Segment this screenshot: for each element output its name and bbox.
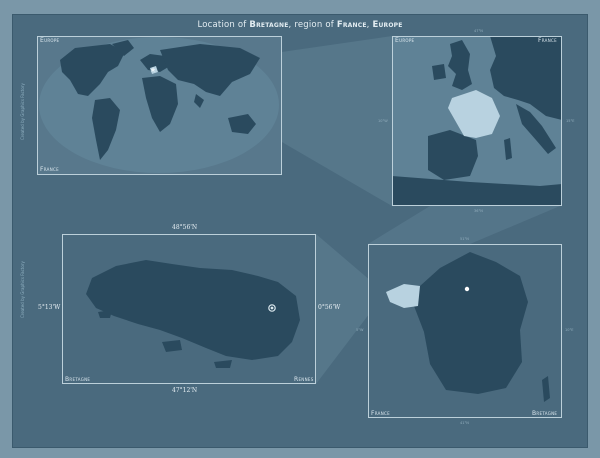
region-label-rennes: Rennes [294, 376, 314, 383]
credit-top: Created by Graphics Factory [20, 83, 25, 140]
europe-panel [392, 36, 562, 206]
france-label-bretagne: Bretagne [532, 410, 558, 417]
region-panel [62, 234, 316, 384]
lon-right: 0°56'W [318, 304, 341, 311]
france-tick-left: 5°W [356, 328, 364, 332]
credit-bottom: Created by Graphics Factory [20, 261, 25, 318]
lon-left: 5°13'W [38, 304, 61, 311]
france-tick-right: 10°E [565, 328, 574, 332]
europe-label-france: France [538, 37, 557, 44]
europe-tick-right: 15°E [566, 119, 575, 123]
france-tick-top: 51°N [460, 237, 469, 241]
lat-top: 48°56'N [172, 224, 198, 231]
france-panel [368, 244, 562, 418]
europe-tick-left: 10°W [378, 119, 388, 123]
france-label-france: France [371, 410, 390, 417]
europe-tick-top: 47°N [474, 29, 483, 33]
europe-tick-bottom: 36°N [474, 209, 483, 213]
europe-label-europe: Europe [395, 37, 415, 44]
france-tick-bottom: 41°N [460, 421, 469, 425]
world-label-france: France [40, 166, 59, 173]
world-label-europe: Europe [40, 37, 60, 44]
world-panel [37, 36, 282, 175]
region-label-bretagne: Bretagne [65, 376, 91, 383]
lat-bottom: 47°12'N [172, 387, 198, 394]
